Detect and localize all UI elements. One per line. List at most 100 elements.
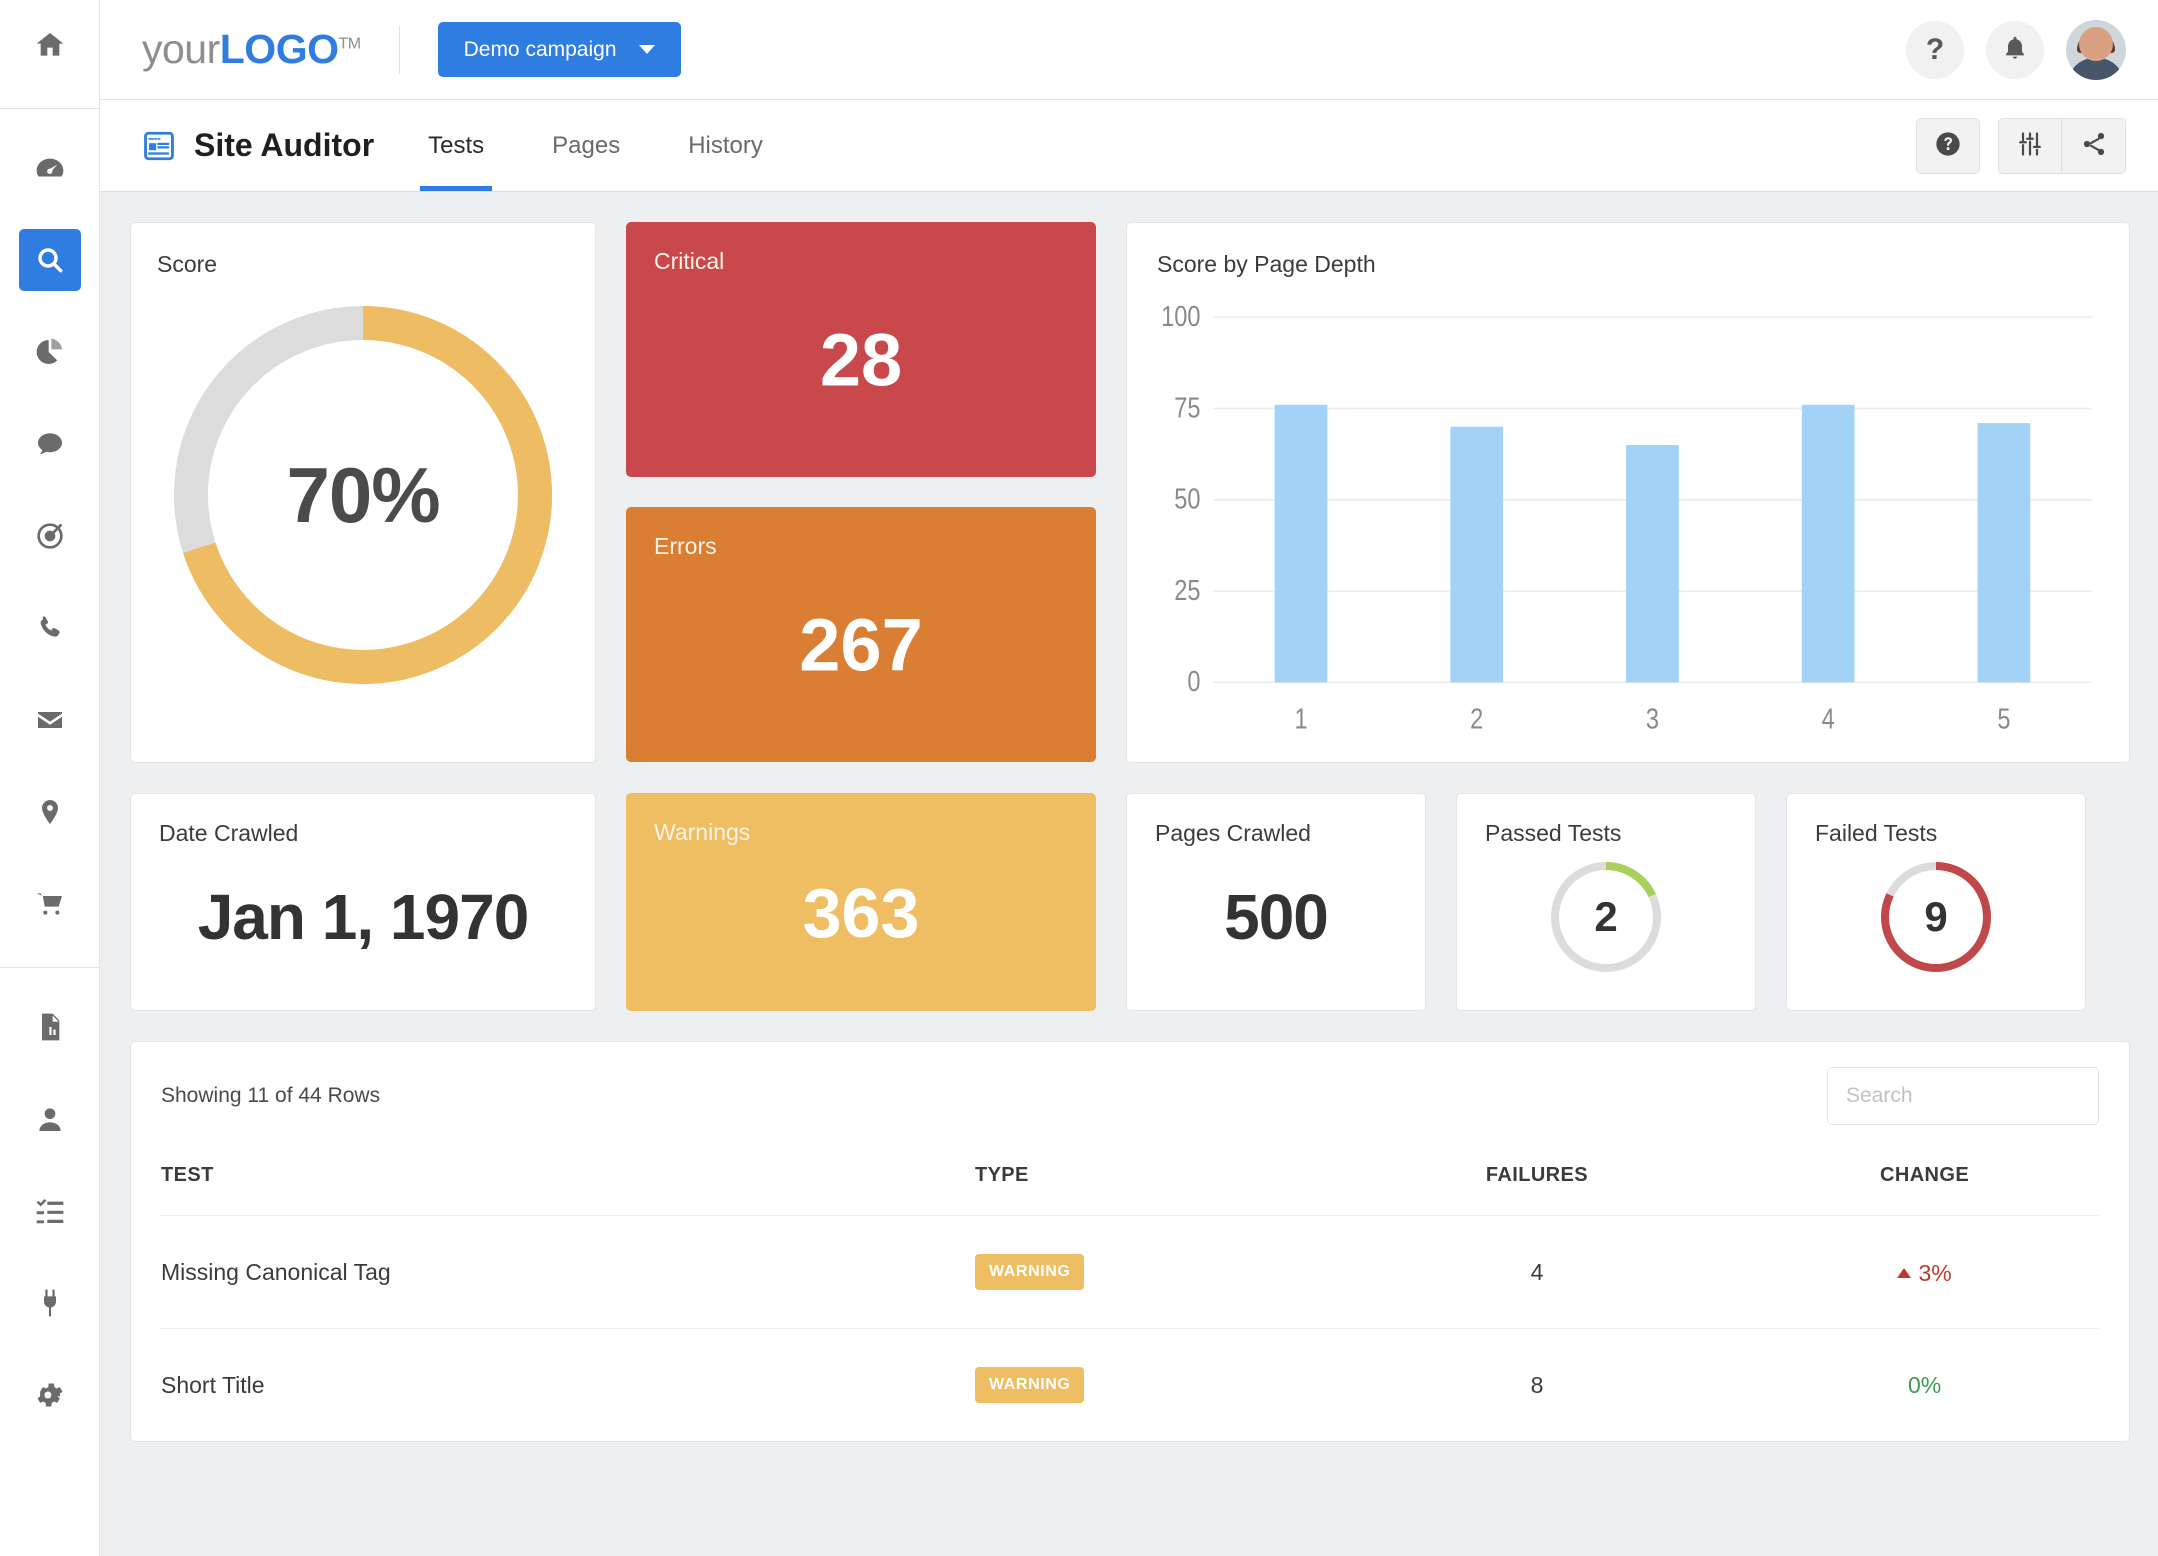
app-root: yourLOGOTM Demo campaign ? <box>0 0 2158 1556</box>
top-card-row: Score 70% Critical <box>130 222 2130 763</box>
sidebar-item-email[interactable] <box>19 689 81 751</box>
pie-chart-icon <box>34 336 66 368</box>
help-button[interactable]: ? <box>1906 21 1964 79</box>
settings-button[interactable] <box>1998 118 2062 174</box>
logo-trademark: TM <box>338 35 360 52</box>
bar[interactable] <box>1802 405 1855 683</box>
sidebar-item-settings[interactable] <box>19 1364 81 1426</box>
tests-table-card: Showing 11 of 44 Rows TEST TYPE FAILURES… <box>130 1041 2130 1442</box>
cell-failures: 8 <box>1324 1329 1750 1442</box>
errors-card-label: Errors <box>654 533 1068 560</box>
brand-logo: yourLOGOTM <box>142 26 361 73</box>
errors-card: Errors 267 <box>626 507 1096 762</box>
status-badge: WARNING <box>975 1367 1085 1403</box>
sidebar-item-integrations[interactable] <box>19 1272 81 1334</box>
sidebar-item-ecommerce[interactable] <box>19 873 81 935</box>
avatar-face <box>2079 27 2113 61</box>
x-axis-tick-label: 4 <box>1822 702 1835 735</box>
share-button[interactable] <box>2062 118 2126 174</box>
date-crawled-label: Date Crawled <box>159 820 567 847</box>
y-axis-tick-label: 75 <box>1174 391 1200 424</box>
module-help-button[interactable] <box>1916 118 1980 174</box>
search-input[interactable] <box>1827 1067 2099 1125</box>
sidebar-item-calls[interactable] <box>19 597 81 659</box>
score-card-label: Score <box>157 251 569 278</box>
tab-tests[interactable]: Tests <box>420 100 492 191</box>
change-indicator-flat: 0% <box>1908 1372 1941 1399</box>
sidebar-item-dashboard[interactable] <box>19 137 81 199</box>
errors-card-value: 267 <box>626 602 1096 687</box>
triangle-up-icon <box>1897 1268 1911 1278</box>
warnings-label: Warnings <box>654 819 1068 846</box>
column-header-change[interactable]: CHANGE <box>1750 1150 2099 1216</box>
gear-icon <box>34 1379 66 1411</box>
bell-icon <box>2001 34 2029 65</box>
rail-divider-1 <box>0 108 100 109</box>
target-icon <box>34 520 66 552</box>
dashboard-content: Score 70% Critical <box>100 192 2158 1556</box>
chart-title: Score by Page Depth <box>1157 251 2099 278</box>
table-row[interactable]: Missing Canonical Tag WARNING 4 3% <box>161 1216 2099 1329</box>
cell-change: 3% <box>1750 1216 2099 1329</box>
cell-test: Short Title <box>161 1329 975 1442</box>
cell-change: 0% <box>1750 1329 2099 1442</box>
failed-tests-card: Failed Tests 9 <box>1786 793 2086 1011</box>
sidebar-item-home[interactable] <box>19 14 81 76</box>
pages-crawled-card: Pages Crawled 500 <box>1126 793 1426 1011</box>
x-axis-tick-label: 3 <box>1646 702 1659 735</box>
bar[interactable] <box>1275 405 1328 683</box>
tab-pages[interactable]: Pages <box>544 100 628 191</box>
failed-tests-value: 9 <box>1876 857 1996 977</box>
table-row[interactable]: Short Title WARNING 8 0% <box>161 1329 2099 1442</box>
sidebar-item-site-auditor[interactable] <box>19 229 81 291</box>
gauge-icon <box>34 152 66 184</box>
avatar[interactable] <box>2066 20 2126 80</box>
sidebar-item-target[interactable] <box>19 505 81 567</box>
avatar-body <box>2068 58 2124 80</box>
bar[interactable] <box>1978 423 2031 682</box>
envelope-icon <box>34 704 66 736</box>
search-icon <box>34 244 66 276</box>
tab-history[interactable]: History <box>680 100 771 191</box>
logo-text-logo: LOGO <box>220 26 339 72</box>
chart-plot-area: 025507510012345 <box>1157 304 2099 744</box>
sidebar-item-tasks[interactable] <box>19 1180 81 1242</box>
module-header: Site Auditor Tests Pages History <box>100 100 2158 192</box>
x-axis-tick-label: 5 <box>1997 702 2010 735</box>
bar[interactable] <box>1626 445 1679 682</box>
column-header-test[interactable]: TEST <box>161 1150 975 1216</box>
module-tabs: Tests Pages History <box>420 100 823 191</box>
pages-crawled-value: 500 <box>1127 880 1425 954</box>
pages-crawled-label: Pages Crawled <box>1155 820 1397 847</box>
column-header-failures[interactable]: FAILURES <box>1324 1150 1750 1216</box>
tests-table-head: TEST TYPE FAILURES CHANGE <box>161 1150 2099 1216</box>
header-divider <box>399 26 400 74</box>
phone-icon <box>34 612 66 644</box>
sidebar-item-chat[interactable] <box>19 413 81 475</box>
x-axis-tick-label: 1 <box>1294 702 1307 735</box>
score-donut: 70% <box>163 295 563 695</box>
campaign-selector-button[interactable]: Demo campaign <box>438 22 681 77</box>
warnings-card: Warnings 363 <box>626 793 1096 1011</box>
home-icon <box>34 29 66 61</box>
top-header: yourLOGOTM Demo campaign ? <box>100 0 2158 100</box>
map-pin-icon <box>34 796 66 828</box>
bar[interactable] <box>1450 427 1503 683</box>
tests-table: TEST TYPE FAILURES CHANGE Missing Canoni… <box>161 1150 2099 1441</box>
passed-tests-ring-wrap: 2 <box>1485 849 1727 984</box>
score-card: Score 70% <box>130 222 596 763</box>
tests-table-body: Missing Canonical Tag WARNING 4 3% <box>161 1216 2099 1442</box>
passed-tests-label: Passed Tests <box>1485 820 1727 847</box>
change-indicator-up: 3% <box>1897 1260 1951 1287</box>
failed-tests-label: Failed Tests <box>1815 820 2057 847</box>
status-tile-column: Critical 28 Errors 267 <box>626 222 1096 763</box>
sidebar-item-contacts[interactable] <box>19 1088 81 1150</box>
notifications-button[interactable] <box>1986 21 2044 79</box>
column-header-type[interactable]: TYPE <box>975 1150 1324 1216</box>
sidebar-item-documents[interactable] <box>19 996 81 1058</box>
sidebar-item-local[interactable] <box>19 781 81 843</box>
table-header-row: TEST TYPE FAILURES CHANGE <box>161 1150 2099 1216</box>
y-axis-tick-label: 100 <box>1161 304 1200 333</box>
critical-card-value: 28 <box>626 317 1096 402</box>
sidebar-item-reports[interactable] <box>19 321 81 383</box>
